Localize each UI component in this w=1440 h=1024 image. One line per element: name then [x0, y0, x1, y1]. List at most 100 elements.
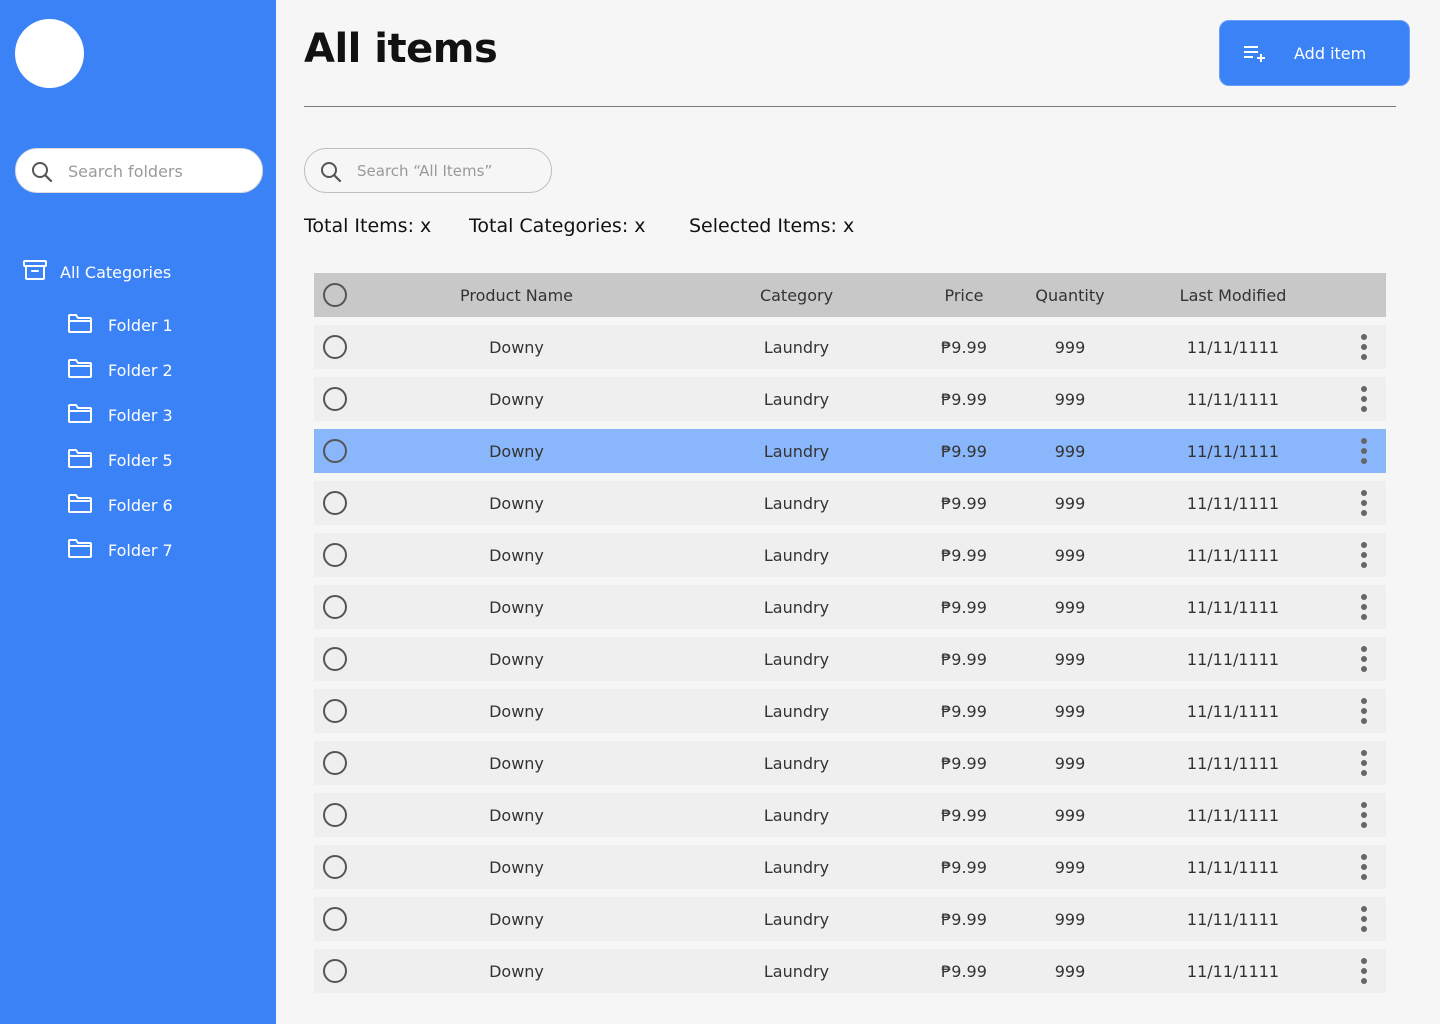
cell-price: ₱9.99 [941, 337, 987, 357]
cell-quantity: 999 [1054, 805, 1086, 825]
total-items-stat: Total Items: x [304, 215, 432, 237]
more-options-icon[interactable] [1354, 488, 1374, 518]
cell-category: Laundry [763, 545, 830, 565]
sidebar-folder-item[interactable]: Folder 2 [67, 357, 173, 383]
cell-last-modified: 11/11/1111 [1186, 701, 1280, 721]
row-select-checkbox[interactable] [323, 387, 347, 411]
add-item-label: Add item [1294, 44, 1367, 63]
more-options-icon[interactable] [1354, 800, 1374, 830]
cell-category: Laundry [763, 389, 830, 409]
more-options-icon[interactable] [1354, 436, 1374, 466]
cell-product-name: Downy [489, 701, 544, 721]
cell-quantity: 999 [1054, 493, 1086, 513]
sidebar-item-label: All Categories [60, 262, 172, 282]
sidebar-folder-item[interactable]: Folder 6 [67, 492, 173, 518]
table-row[interactable]: Downy Laundry ₱9.99 999 11/11/1111 [314, 741, 1386, 785]
cell-quantity: 999 [1054, 389, 1086, 409]
cell-price: ₱9.99 [941, 753, 987, 773]
more-options-icon[interactable] [1354, 332, 1374, 362]
items-search-box [304, 148, 552, 193]
cell-quantity: 999 [1054, 961, 1086, 981]
stats-bar: Total Items: x Total Categories: x Selec… [304, 215, 1004, 241]
cell-quantity: 999 [1054, 545, 1086, 565]
cell-category: Laundry [763, 337, 830, 357]
column-header-last-modified[interactable]: Last Modified [1163, 273, 1303, 317]
cell-last-modified: 11/11/1111 [1186, 753, 1280, 773]
table-row[interactable]: Downy Laundry ₱9.99 999 11/11/1111 [314, 637, 1386, 681]
row-select-checkbox[interactable] [323, 439, 347, 463]
cell-product-name: Downy [489, 337, 544, 357]
cell-last-modified: 11/11/1111 [1186, 545, 1280, 565]
items-search-input[interactable] [357, 157, 543, 185]
folder-icon [67, 537, 93, 563]
row-select-checkbox[interactable] [323, 855, 347, 879]
cell-last-modified: 11/11/1111 [1186, 493, 1280, 513]
row-select-checkbox[interactable] [323, 647, 347, 671]
row-select-checkbox[interactable] [323, 907, 347, 931]
folder-search-box [15, 148, 263, 193]
more-options-icon[interactable] [1354, 644, 1374, 674]
sidebar-folder-label: Folder 7 [108, 540, 173, 560]
more-options-icon[interactable] [1354, 748, 1374, 778]
avatar[interactable] [15, 19, 84, 88]
more-options-icon[interactable] [1354, 540, 1374, 570]
more-options-icon[interactable] [1354, 696, 1374, 726]
cell-last-modified: 11/11/1111 [1186, 389, 1280, 409]
table-row[interactable]: Downy Laundry ₱9.99 999 11/11/1111 [314, 325, 1386, 369]
cell-product-name: Downy [489, 441, 544, 461]
cell-category: Laundry [763, 649, 830, 669]
more-options-icon[interactable] [1354, 956, 1374, 986]
column-header-price[interactable]: Price [924, 273, 1004, 317]
column-header-quantity[interactable]: Quantity [1020, 273, 1120, 317]
column-header-category[interactable]: Category [729, 273, 864, 317]
table-row[interactable]: Downy Laundry ₱9.99 999 11/11/1111 [314, 585, 1386, 629]
cell-price: ₱9.99 [941, 909, 987, 929]
table-row[interactable]: Downy Laundry ₱9.99 999 11/11/1111 [314, 897, 1386, 941]
row-select-checkbox[interactable] [323, 803, 347, 827]
sidebar-folder-item[interactable]: Folder 5 [67, 447, 173, 473]
table-row[interactable]: Downy Laundry ₱9.99 999 11/11/1111 [314, 377, 1386, 421]
select-all-checkbox[interactable] [323, 283, 347, 307]
table-row[interactable]: Downy Laundry ₱9.99 999 11/11/1111 [314, 481, 1386, 525]
table-row[interactable]: Downy Laundry ₱9.99 999 11/11/1111 [314, 429, 1386, 473]
folder-icon [67, 402, 93, 428]
more-options-icon[interactable] [1354, 384, 1374, 414]
row-select-checkbox[interactable] [323, 959, 347, 983]
sidebar-folder-label: Folder 5 [108, 450, 173, 470]
table-header: Product Name Category Price Quantity Las… [314, 273, 1386, 317]
cell-price: ₱9.99 [941, 597, 987, 617]
sidebar: All Categories Folder 1 Folder 2 Folder 3 F… [0, 0, 276, 1024]
search-icon [319, 160, 343, 188]
row-select-checkbox[interactable] [323, 543, 347, 567]
playlist-add-icon [1243, 44, 1267, 68]
cell-quantity: 999 [1054, 597, 1086, 617]
sidebar-folder-item[interactable]: Folder 7 [67, 537, 173, 563]
table-row[interactable]: Downy Laundry ₱9.99 999 11/11/1111 [314, 533, 1386, 577]
cell-last-modified: 11/11/1111 [1186, 909, 1280, 929]
folder-icon [67, 357, 93, 383]
sidebar-folder-item[interactable]: Folder 1 [67, 312, 173, 338]
table-row[interactable]: Downy Laundry ₱9.99 999 11/11/1111 [314, 793, 1386, 837]
table-row[interactable]: Downy Laundry ₱9.99 999 11/11/1111 [314, 845, 1386, 889]
column-header-product-name[interactable]: Product Name [414, 273, 619, 317]
sidebar-folder-item[interactable]: Folder 3 [67, 402, 173, 428]
table-row[interactable]: Downy Laundry ₱9.99 999 11/11/1111 [314, 689, 1386, 733]
cell-product-name: Downy [489, 493, 544, 513]
row-select-checkbox[interactable] [323, 491, 347, 515]
add-item-button[interactable]: Add item [1219, 20, 1410, 86]
cell-quantity: 999 [1054, 701, 1086, 721]
row-select-checkbox[interactable] [323, 751, 347, 775]
page-title: All items [304, 26, 498, 72]
cell-product-name: Downy [489, 909, 544, 929]
more-options-icon[interactable] [1354, 592, 1374, 622]
row-select-checkbox[interactable] [323, 595, 347, 619]
row-select-checkbox[interactable] [323, 699, 347, 723]
cell-product-name: Downy [489, 545, 544, 565]
cell-category: Laundry [763, 909, 830, 929]
sidebar-item-all-categories[interactable]: All Categories [22, 258, 171, 286]
folder-search-input[interactable] [68, 157, 254, 185]
row-select-checkbox[interactable] [323, 335, 347, 359]
more-options-icon[interactable] [1354, 852, 1374, 882]
more-options-icon[interactable] [1354, 904, 1374, 934]
table-row[interactable]: Downy Laundry ₱9.99 999 11/11/1111 [314, 949, 1386, 993]
